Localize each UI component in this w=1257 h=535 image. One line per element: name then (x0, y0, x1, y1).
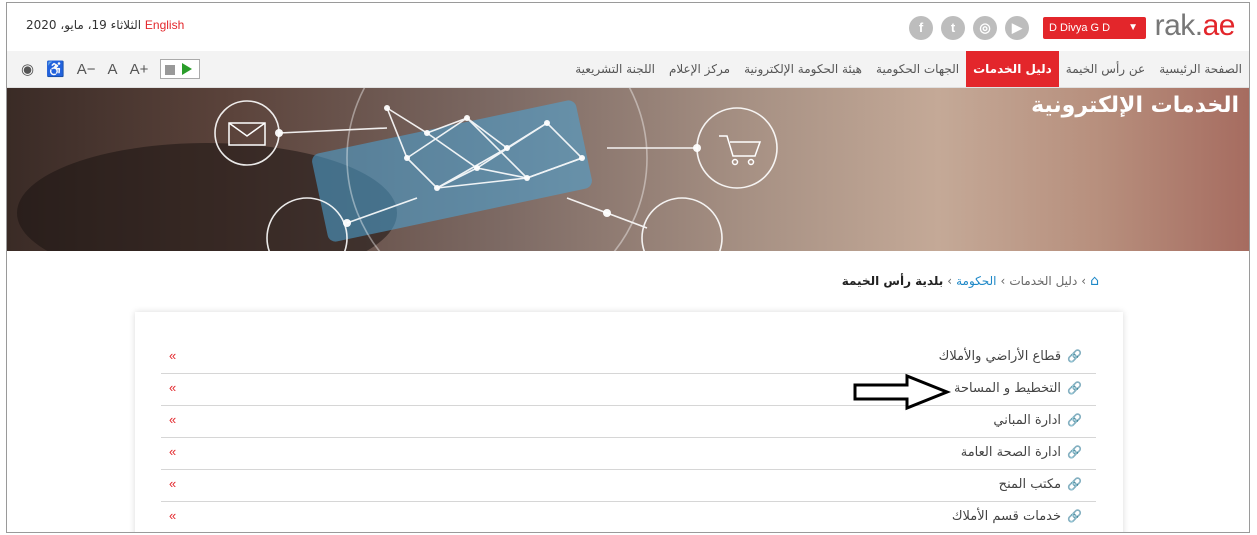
breadcrumb-current: بلدية رأس الخيمة (841, 274, 944, 288)
document-icon (165, 65, 176, 75)
item-label: 🔗قطاع الأراضي والأملاك (938, 349, 1082, 364)
page-banner-title: الخدمات الإلكترونية (1031, 93, 1239, 118)
nav-item-home[interactable]: الصفحة الرئيسية (1152, 51, 1249, 87)
item-label: 🔗ادارة الصحة العامة (960, 445, 1082, 460)
double-chevron-icon[interactable]: « (169, 444, 176, 459)
user-name: D Divya G D (1049, 22, 1111, 34)
accessibility-person-icon[interactable]: ♿ (46, 60, 65, 78)
breadcrumb-separator: › (1081, 274, 1087, 288)
list-item-property-services[interactable]: 🔗خدمات قسم الأملاك « (161, 502, 1096, 532)
eye-icon[interactable]: ◉ (21, 60, 34, 78)
breadcrumb-separator: › (1000, 274, 1006, 288)
double-chevron-icon[interactable]: « (169, 380, 176, 395)
logo-suffix: ae (1202, 9, 1236, 42)
play-icon (182, 63, 193, 75)
twitter-icon[interactable]: t (941, 16, 965, 40)
link-icon: 🔗 (1067, 381, 1082, 395)
breadcrumb: ⌂ › دليل الخدمات › الحكومة › بلدية رأس ا… (842, 273, 1099, 289)
main-navigation: الصفحة الرئيسية عن رأس الخيمة دليل الخدم… (7, 51, 1249, 88)
home-icon[interactable]: ⌂ (1090, 273, 1099, 289)
hero-banner: الخدمات الإلكترونية (7, 88, 1249, 251)
item-label: 🔗خدمات قسم الأملاك (951, 509, 1082, 524)
list-item-public-health[interactable]: 🔗ادارة الصحة العامة « (161, 438, 1096, 470)
double-chevron-icon[interactable]: « (169, 348, 176, 363)
double-chevron-icon[interactable]: « (169, 476, 176, 491)
nav-item-services-guide[interactable]: دليل الخدمات (966, 51, 1059, 87)
font-increase-button[interactable]: A+ (130, 61, 149, 78)
double-chevron-icon[interactable]: « (169, 508, 176, 523)
item-label: 🔗التخطيط و المساحة (954, 381, 1082, 396)
user-menu-button[interactable]: D Divya G D ▼ (1043, 17, 1146, 39)
list-item-land-properties[interactable]: 🔗قطاع الأراضي والأملاك « (161, 342, 1096, 374)
logo-prefix: rak. (1154, 9, 1204, 42)
link-icon: 🔗 (1067, 477, 1082, 491)
accessibility-tools: ◉ ♿ A− A A+ (21, 57, 201, 81)
font-decrease-button[interactable]: A− (77, 61, 96, 78)
link-icon: 🔗 (1067, 413, 1082, 427)
breadcrumb-government[interactable]: الحكومة (956, 274, 996, 288)
top-bar: rak.ae D Divya G D ▼ ▶ ◎ t f English الث… (7, 3, 1249, 52)
date-language: English الثلاثاء 19، مايو، 2020 (26, 18, 190, 32)
nav-item-legislative-committee[interactable]: اللجنة التشريعية (568, 51, 662, 87)
breadcrumb-separator: › (947, 274, 953, 288)
list-item-building-management[interactable]: 🔗ادارة المباني « (161, 406, 1096, 438)
nav-item-media-center[interactable]: مركز الإعلام (662, 51, 737, 87)
rak-logo[interactable]: rak.ae (1154, 9, 1236, 43)
youtube-icon[interactable]: ▶ (1005, 16, 1029, 40)
nav-item-egov-authority[interactable]: هيئة الحكومة الإلكترونية (737, 51, 869, 87)
audio-play-button[interactable] (160, 59, 201, 79)
nav-item-government-entities[interactable]: الجهات الحكومية (869, 51, 966, 87)
browser-frame: rak.ae D Divya G D ▼ ▶ ◎ t f English الث… (6, 2, 1250, 533)
nav-menu: الصفحة الرئيسية عن رأس الخيمة دليل الخدم… (568, 51, 1249, 87)
departments-panel: 🔗قطاع الأراضي والأملاك « 🔗التخطيط و المس… (135, 312, 1123, 532)
breadcrumb-services[interactable]: دليل الخدمات (1009, 274, 1077, 288)
nav-item-about[interactable]: عن رأس الخيمة (1059, 51, 1152, 87)
link-icon: 🔗 (1067, 349, 1082, 363)
english-link[interactable]: English (145, 18, 184, 32)
font-normal-button[interactable]: A (108, 61, 118, 78)
current-date: الثلاثاء 19، مايو، 2020 (26, 18, 142, 32)
item-label: 🔗مكتب المنح (998, 477, 1082, 492)
list-item-grants-office[interactable]: 🔗مكتب المنح « (161, 470, 1096, 502)
annotation-arrow-icon (853, 373, 952, 411)
chevron-down-icon: ▼ (1128, 22, 1138, 33)
instagram-icon[interactable]: ◎ (973, 16, 997, 40)
link-icon: 🔗 (1067, 445, 1082, 459)
list-item-planning-survey[interactable]: 🔗التخطيط و المساحة « (161, 374, 1096, 406)
facebook-icon[interactable]: f (909, 16, 933, 40)
item-label: 🔗ادارة المباني (993, 413, 1082, 428)
double-chevron-icon[interactable]: « (169, 412, 176, 427)
link-icon: 🔗 (1067, 509, 1082, 523)
